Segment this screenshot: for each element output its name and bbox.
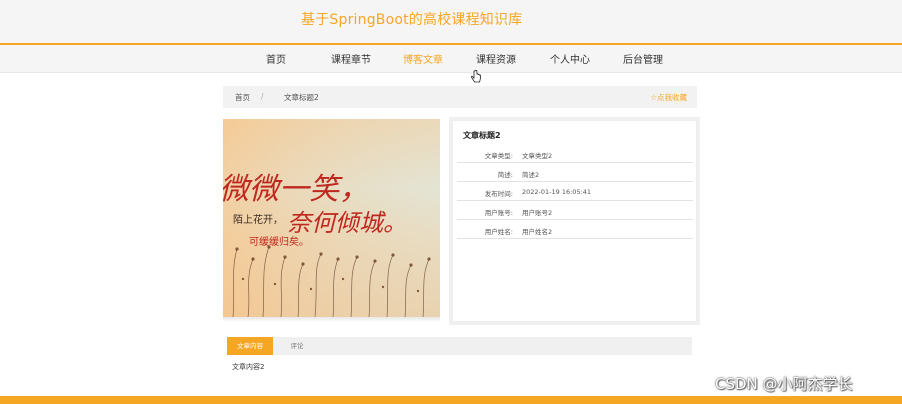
favorite-button[interactable]: ☆点我收藏	[650, 92, 687, 103]
info-label: 发布时间:	[484, 190, 513, 198]
hand-cursor-icon	[471, 70, 481, 83]
tab-comments[interactable]: 评论	[282, 337, 312, 355]
article-cover-image: 微微一笑， 奈何倾城。 陌上花开， 可缓缓归矣。	[223, 119, 440, 317]
nav-item-personal-center[interactable]: 个人中心	[550, 51, 590, 66]
article-tabs: 文章内容 评论	[227, 337, 692, 355]
nav-item-blog-articles[interactable]: 博客文章	[403, 51, 443, 66]
info-row-type: 文章类型: 文章类型2	[457, 144, 693, 163]
info-row-publish-time: 发布时间: 2022-01-19 16:05:41	[457, 182, 693, 201]
cover-line-1: 陌上花开，	[233, 213, 283, 226]
tab-article-content[interactable]: 文章内容	[227, 337, 273, 355]
info-value: 文章类型2	[522, 152, 553, 160]
cover-shadow	[223, 317, 440, 322]
cover-calligraphy-main: 微微一笑，	[223, 172, 369, 207]
info-value: 2022-01-19 16:05:41	[522, 188, 592, 196]
nav-item-admin[interactable]: 后台管理	[623, 51, 663, 66]
article-title: 文章标题2	[463, 131, 501, 140]
info-row-user-name: 用户姓名: 用户姓名2	[457, 220, 693, 239]
cover-line-2: 可缓缓归矣。	[249, 235, 309, 248]
site-title: 基于SpringBoot的高校课程知识库	[301, 12, 523, 28]
info-label: 文章类型:	[484, 152, 513, 160]
article-info-card: 文章标题2 文章类型: 文章类型2 简述: 简述2 发布时间: 2022-01-…	[452, 120, 697, 322]
info-value: 用户姓名2	[522, 228, 553, 236]
footer-bar	[0, 396, 902, 404]
breadcrumb: 首页 / 文章标题2 ☆点我收藏	[223, 86, 697, 108]
info-value: 用户账号2	[522, 209, 553, 217]
csdn-watermark: CSDN @小阿杰学长	[715, 375, 853, 393]
main-nav: 首页 课程章节 博客文章 课程资源 个人中心 后台管理	[0, 45, 902, 73]
info-label: 用户账号:	[484, 209, 513, 217]
cover-calligraphy-second: 奈何倾城。	[287, 209, 407, 237]
top-header: 基于SpringBoot的高校课程知识库	[0, 0, 902, 43]
breadcrumb-current: 文章标题2	[284, 93, 319, 102]
nav-item-course-chapters[interactable]: 课程章节	[331, 51, 371, 66]
breadcrumb-separator: /	[261, 92, 264, 101]
info-row-user-account: 用户账号: 用户账号2	[457, 201, 693, 220]
nav-item-home[interactable]: 首页	[266, 51, 286, 66]
info-label: 简述:	[497, 171, 513, 179]
nav-item-course-resources[interactable]: 课程资源	[476, 51, 516, 66]
info-value: 简述2	[522, 171, 540, 179]
article-content-text: 文章内容2	[232, 363, 265, 371]
info-row-summary: 简述: 简述2	[457, 163, 693, 182]
info-label: 用户姓名:	[484, 228, 513, 236]
breadcrumb-home[interactable]: 首页	[235, 92, 250, 103]
